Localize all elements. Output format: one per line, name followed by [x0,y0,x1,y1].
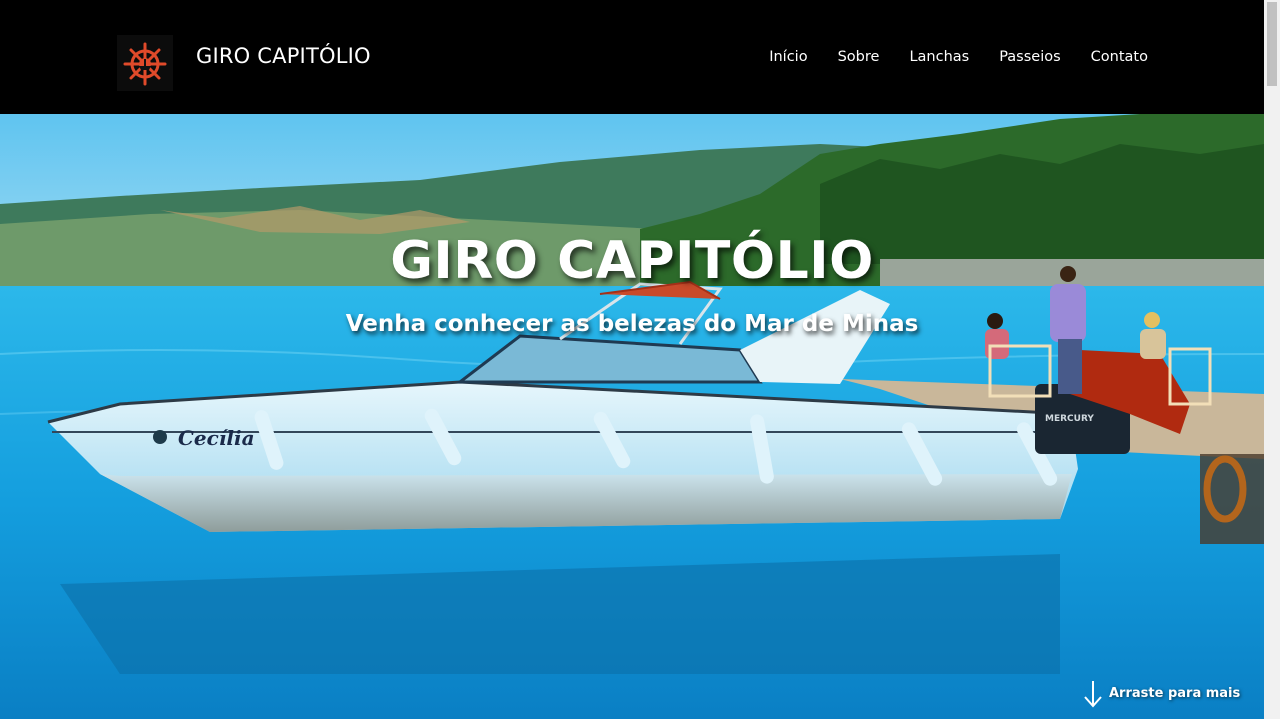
scrollbar-thumb[interactable] [1267,2,1277,86]
arrow-down-icon [1084,681,1102,708]
scroll-hint[interactable]: Arraste para mais [1083,680,1240,708]
brand-title[interactable]: GIRO CAPITÓLIO [196,41,371,71]
boat-name-label: Cecília [178,426,255,450]
ship-wheel-icon [123,42,167,86]
motor-brand-label: MERCURY [1045,414,1094,424]
logo[interactable] [117,35,173,91]
scroll-hint-label: Arraste para mais [1109,686,1241,701]
page-scrollbar[interactable] [1264,0,1280,719]
nav-link-passeios[interactable]: Passeios [999,44,1060,70]
page: GIRO CAPITÓLIO Início Sobre Lanchas Pass… [0,0,1264,719]
nav-link-lanchas[interactable]: Lanchas [909,44,969,70]
main-nav: Início Sobre Lanchas Passeios Contato [769,44,1148,70]
nav-link-contato[interactable]: Contato [1091,44,1148,70]
navbar: GIRO CAPITÓLIO Início Sobre Lanchas Pass… [0,0,1264,114]
nav-link-inicio[interactable]: Início [769,44,807,70]
hero-background-image: MERCURY Cecília [0,114,1264,719]
hero-title: GIRO CAPITÓLIO [390,231,874,291]
hero-section: MERCURY Cecília GIRO CAPITÓLIO Venha con… [0,114,1264,719]
nav-link-sobre[interactable]: Sobre [838,44,880,70]
hero-subtitle: Venha conhecer as belezas do Mar de Mina… [345,311,919,337]
